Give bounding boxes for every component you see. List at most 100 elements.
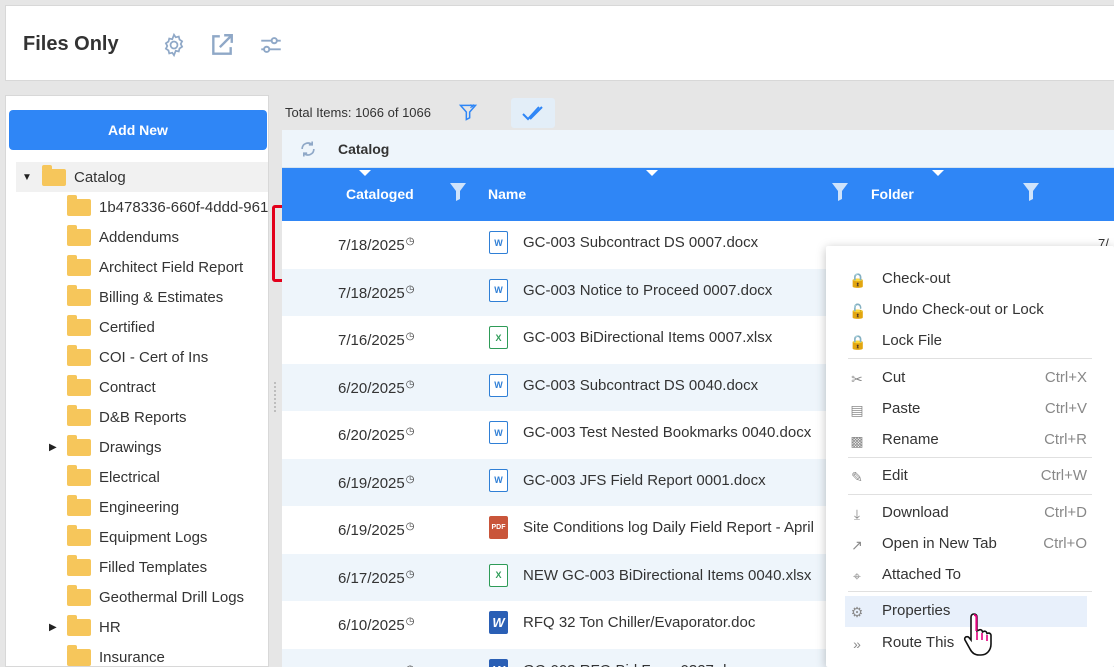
caret-right-icon[interactable]: ▶	[49, 622, 57, 633]
add-new-button[interactable]: Add New	[9, 110, 267, 150]
cataloged-date: 6/17/2025◷	[338, 569, 414, 587]
tree-item[interactable]: COI - Cert of Ins	[6, 342, 268, 372]
file-name[interactable]: GC-003 RFQ Bid Form 0327.doc	[523, 662, 742, 667]
clock-icon: ◷	[405, 331, 415, 342]
menu-item-lock-file[interactable]: 🔒 Lock File	[826, 326, 1114, 357]
menu-item-undo-check-out-or-lock[interactable]: 🔓 Undo Check-out or Lock	[826, 295, 1114, 326]
menu-item-rename[interactable]: ▩ Rename Ctrl+R	[826, 425, 1114, 456]
tree-item[interactable]: Filled Templates	[6, 552, 268, 582]
menu-item-label: Cut	[882, 369, 906, 386]
tree-item[interactable]: ▶ HR	[6, 612, 268, 642]
tree-item[interactable]: 1b478336-660f-4ddd-961	[6, 192, 268, 222]
tree-item-label: Filled Templates	[99, 558, 208, 576]
clock-icon: ◷	[405, 568, 415, 580]
menu-separator	[848, 358, 1092, 359]
file-name[interactable]: RFQ 32 Ton Chiller/Evaporator.doc	[523, 614, 755, 631]
menu-item-edit[interactable]: ✎ Edit Ctrl+W	[826, 461, 1114, 492]
sort-desc-icon	[359, 170, 371, 176]
cataloged-date: 6/20/2025◷	[338, 379, 414, 397]
menu-item-open-in-new-tab[interactable]: ↗ Open in New Tab Ctrl+O	[826, 529, 1114, 560]
file-name[interactable]: GC-003 Subcontract DS 0007.docx	[523, 234, 758, 251]
tree-item[interactable]: Engineering	[6, 492, 268, 522]
file-name[interactable]: Site Conditions log Daily Field Report -…	[523, 519, 814, 536]
cataloged-date: 6/19/2025◷	[338, 521, 414, 539]
file-name[interactable]: GC-003 Test Nested Bookmarks 0040.docx	[523, 424, 811, 441]
menu-item-label: Edit	[882, 467, 908, 484]
tree-item[interactable]: D&B Reports	[6, 402, 268, 432]
menu-item-cut[interactable]: ✂ Cut Ctrl+X	[826, 363, 1114, 394]
menu-item-paste[interactable]: ▤ Paste Ctrl+V	[826, 394, 1114, 425]
cataloged-date: 6/10/2025◷	[338, 664, 414, 667]
file-name[interactable]: GC-003 JFS Field Report 0001.docx	[523, 472, 766, 489]
date-text: 6/20/2025	[338, 427, 405, 444]
column-filter-icon[interactable]	[450, 182, 466, 202]
menu-item-shortcut: Ctrl+V	[1044, 400, 1087, 417]
tree-item[interactable]: Billing & Estimates	[6, 282, 268, 312]
tree-item-catalog[interactable]: ▼ Catalog	[16, 162, 268, 192]
cataloged-date: 7/18/2025◷	[338, 236, 414, 254]
tree-item[interactable]: Electrical	[6, 462, 268, 492]
gear-icon[interactable]	[161, 32, 187, 58]
grid-toolbar: Total Items: 1066 of 1066	[282, 95, 1114, 128]
resize-grip[interactable]	[274, 382, 277, 412]
folder-icon	[67, 494, 91, 516]
menu-item-label: Properties	[882, 602, 951, 619]
column-header-name[interactable]: Name	[488, 186, 526, 202]
folder-icon	[67, 464, 91, 486]
menu-item-check-out[interactable]: 🔒 Check-out	[826, 264, 1114, 295]
menu-item-label: Download	[882, 504, 949, 521]
tree-item-label: Catalog	[74, 168, 126, 186]
sliders-icon[interactable]	[258, 32, 284, 58]
tree-item[interactable]: Insurance	[6, 642, 268, 666]
total-items-label: Total Items: 1066 of 1066	[285, 105, 431, 120]
double-chevron-icon: »	[853, 636, 861, 652]
tree-item[interactable]: Certified	[6, 312, 268, 342]
date-text: 6/17/2025	[338, 569, 405, 587]
menu-item-download[interactable]: ⤓ Download Ctrl+D	[826, 498, 1114, 529]
filter-clear-icon[interactable]	[458, 102, 478, 122]
tree-item[interactable]: Architect Field Report	[6, 252, 268, 282]
menu-item-label: Check-out	[882, 270, 951, 287]
clock-icon: ◷	[405, 616, 415, 627]
tree-item-label: Insurance	[99, 648, 165, 666]
file-name[interactable]: GC-003 Subcontract DS 0040.docx	[523, 377, 758, 394]
sort-indicator-icon	[646, 170, 658, 176]
file-name[interactable]: NEW GC-003 BiDirectional Items 0040.xlsx	[523, 567, 811, 584]
external-link-icon[interactable]	[209, 32, 235, 58]
new-tab-icon: ↗	[851, 537, 863, 553]
folder-icon	[42, 164, 66, 186]
tree-item[interactable]: ▶ Drawings	[6, 432, 268, 462]
column-filter-icon[interactable]	[832, 182, 848, 202]
folder-icon	[67, 434, 91, 456]
caret-right-icon[interactable]: ▶	[49, 442, 57, 453]
menu-item-label: Rename	[882, 431, 939, 448]
column-header-folder[interactable]: Folder	[871, 186, 914, 202]
lock-icon: 🔒	[849, 334, 867, 350]
file-name[interactable]: GC-003 Notice to Proceed 0007.docx	[523, 282, 772, 299]
file-name[interactable]: GC-003 BiDirectional Items 0007.xlsx	[523, 329, 772, 346]
group-header: Catalog	[282, 130, 1114, 168]
menu-item-shortcut: Ctrl+O	[1043, 535, 1087, 552]
cataloged-date: 7/18/2025◷	[338, 284, 414, 302]
refresh-icon[interactable]	[298, 139, 318, 159]
menu-item-attached-to[interactable]: ⌖ Attached To	[826, 560, 1114, 591]
tree-item[interactable]: Geothermal Drill Logs	[6, 582, 268, 612]
caret-down-icon[interactable]: ▼	[22, 172, 32, 183]
clock-icon: ◷	[405, 236, 415, 247]
folder-icon	[67, 644, 91, 666]
menu-item-label: Undo Check-out or Lock	[882, 301, 1044, 318]
menu-item-label: Lock File	[882, 332, 943, 349]
clock-icon: ◷	[405, 378, 415, 390]
column-filter-icon[interactable]	[1023, 182, 1039, 202]
tree-item[interactable]: Contract	[6, 372, 268, 402]
menu-separator	[848, 591, 1092, 592]
select-all-button[interactable]	[511, 98, 555, 128]
word-legacy-icon: W	[489, 611, 508, 634]
tree-item-label: Electrical	[99, 468, 160, 486]
column-header-cataloged[interactable]: Cataloged	[346, 186, 414, 202]
tree-item[interactable]: Equipment Logs	[6, 522, 268, 552]
folder-icon	[67, 284, 91, 306]
date-text: 6/10/2025	[338, 617, 405, 634]
tree-item[interactable]: Addendums	[6, 222, 268, 252]
word-doc-icon: W	[489, 373, 508, 397]
